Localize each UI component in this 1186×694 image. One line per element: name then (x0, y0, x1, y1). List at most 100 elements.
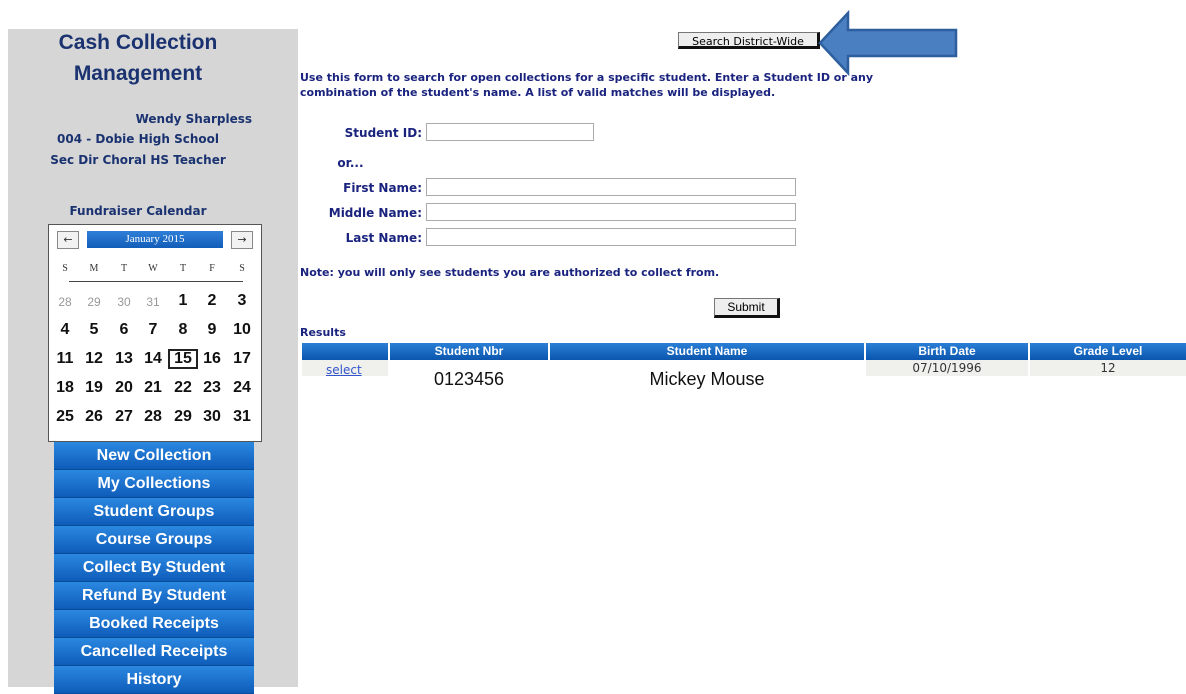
sidebar: Cash Collection Management Wendy Sharple… (8, 29, 298, 694)
calendar-day[interactable]: 23 (198, 379, 226, 397)
app-title-line1: Cash Collection (58, 31, 218, 54)
menu-item-history[interactable]: History (54, 666, 254, 694)
arrow-annotation-icon (818, 10, 958, 76)
first-name-label: First Name: (343, 181, 422, 195)
menu-item-cancelled-receipts[interactable]: Cancelled Receipts (54, 638, 254, 666)
user-role: Sec Dir Choral HS Teacher (50, 153, 226, 167)
cell-student-name: Mickey Mouse (550, 360, 866, 400)
calendar-day[interactable]: 6 (110, 321, 138, 339)
calendar-day[interactable]: 26 (80, 408, 108, 426)
calendar-day[interactable]: 27 (110, 408, 138, 426)
results-table: Student Nbr Student Name Birth Date Grad… (302, 343, 1186, 400)
middle-name-label: Middle Name: (328, 206, 422, 220)
calendar-day[interactable]: 8 (169, 321, 197, 339)
menu-item-refund-by-student[interactable]: Refund By Student (54, 582, 254, 610)
weekday-label: M (89, 263, 99, 274)
calendar-day[interactable]: 5 (80, 321, 108, 339)
calendar-day[interactable]: 28 (139, 408, 167, 426)
calendar-day[interactable]: 4 (51, 321, 79, 339)
last-name-input[interactable] (426, 228, 796, 246)
fundraiser-calendar: ← January 2015 → S M T W T F S 28 29 30 … (48, 224, 262, 442)
calendar-day[interactable]: 22 (169, 379, 197, 397)
menu-item-course-groups[interactable]: Course Groups (54, 526, 254, 554)
search-district-wide-button[interactable]: Search District-Wide (678, 32, 820, 49)
weekday-label: W (148, 263, 158, 274)
calendar-day[interactable]: 10 (228, 321, 256, 339)
weekday-label: F (209, 263, 215, 274)
authorization-note: Note: you will only see students you are… (300, 266, 720, 279)
calendar-day-today[interactable]: 15 (168, 349, 198, 369)
calendar-day[interactable]: 24 (228, 379, 256, 397)
table-row: select 0123456 Mickey Mouse 07/10/1996 1… (302, 360, 1186, 400)
weekday-label: S (239, 263, 245, 274)
birth-date-value: 07/10/1996 (912, 361, 982, 375)
grade-level-value: 12 (1100, 361, 1116, 375)
calendar-day[interactable]: 18 (51, 379, 79, 397)
calendar-day-other-month[interactable]: 30 (110, 295, 138, 309)
submit-button[interactable]: Submit (714, 298, 780, 318)
menu-item-my-collections[interactable]: My Collections (54, 470, 254, 498)
column-header-student-name: Student Name (550, 343, 866, 360)
calendar-day[interactable]: 11 (51, 350, 79, 368)
calendar-day[interactable]: 19 (80, 379, 108, 397)
left-arrow-icon: ← (63, 233, 73, 246)
main-content: Search District-Wide Use this form to se… (300, 0, 1186, 687)
calendar-day[interactable]: 25 (51, 408, 79, 426)
calendar-day-other-month[interactable]: 29 (80, 295, 108, 309)
weekday-label: T (120, 263, 128, 274)
or-label: or... (337, 156, 364, 170)
table-header-row: Student Nbr Student Name Birth Date Grad… (302, 343, 1186, 360)
calendar-heading: Fundraiser Calendar (69, 204, 207, 218)
instructions-text: Use this form to search for open collect… (300, 71, 874, 99)
column-header-birth-date: Birth Date (866, 343, 1030, 360)
calendar-month: January 2015 (87, 231, 223, 248)
calendar-day[interactable]: 21 (139, 379, 167, 397)
calendar-day[interactable]: 1 (169, 292, 197, 310)
student-id-input[interactable] (426, 123, 594, 141)
weekday-label: S (62, 263, 68, 274)
middle-name-input[interactable] (426, 203, 796, 221)
calendar-day[interactable]: 29 (169, 408, 197, 426)
first-name-input[interactable] (426, 178, 796, 196)
calendar-day[interactable]: 3 (228, 292, 256, 310)
user-name: Wendy Sharpless (135, 112, 252, 126)
calendar-day[interactable]: 12 (80, 350, 108, 368)
cell-birth-date: 07/10/1996 (866, 360, 1030, 376)
calendar-divider (69, 281, 243, 282)
cell-grade-level: 12 (1030, 360, 1186, 376)
calendar-prev-button[interactable]: ← (57, 231, 79, 249)
menu-item-new-collection[interactable]: New Collection (54, 442, 254, 470)
user-school: 004 - Dobie High School (57, 132, 219, 146)
cell-action: select (302, 360, 390, 377)
student-id-label: Student ID: (344, 126, 422, 140)
calendar-day[interactable]: 7 (139, 321, 167, 339)
calendar-day[interactable]: 17 (228, 350, 256, 368)
student-nbr-value: 0123456 (433, 369, 505, 389)
column-header-grade-level: Grade Level (1030, 343, 1186, 360)
cell-student-nbr: 0123456 (390, 360, 550, 400)
last-name-label: Last Name: (345, 231, 422, 245)
right-arrow-icon: → (237, 233, 247, 246)
select-link[interactable]: select (326, 363, 362, 377)
calendar-day[interactable]: 2 (198, 292, 226, 310)
menu-item-collect-by-student[interactable]: Collect By Student (54, 554, 254, 582)
student-name-value: Mickey Mouse (649, 369, 765, 389)
calendar-day-other-month[interactable]: 31 (139, 295, 167, 309)
menu-item-student-groups[interactable]: Student Groups (54, 498, 254, 526)
results-heading: Results (300, 326, 346, 339)
app-title-line2: Management (73, 62, 203, 85)
calendar-day[interactable]: 30 (198, 408, 226, 426)
calendar-day[interactable]: 14 (139, 350, 167, 368)
calendar-day[interactable]: 16 (198, 350, 226, 368)
calendar-next-button[interactable]: → (231, 231, 253, 249)
calendar-day-other-month[interactable]: 28 (51, 295, 79, 309)
calendar-day[interactable]: 31 (228, 408, 256, 426)
column-header-student-nbr: Student Nbr (390, 343, 550, 360)
column-header-action (302, 343, 390, 360)
menu-item-booked-receipts[interactable]: Booked Receipts (54, 610, 254, 638)
calendar-day[interactable]: 20 (110, 379, 138, 397)
weekday-label: T (179, 263, 187, 274)
sidebar-menu: New Collection My Collections Student Gr… (54, 442, 254, 694)
calendar-day[interactable]: 9 (198, 321, 226, 339)
calendar-day[interactable]: 13 (110, 350, 138, 368)
